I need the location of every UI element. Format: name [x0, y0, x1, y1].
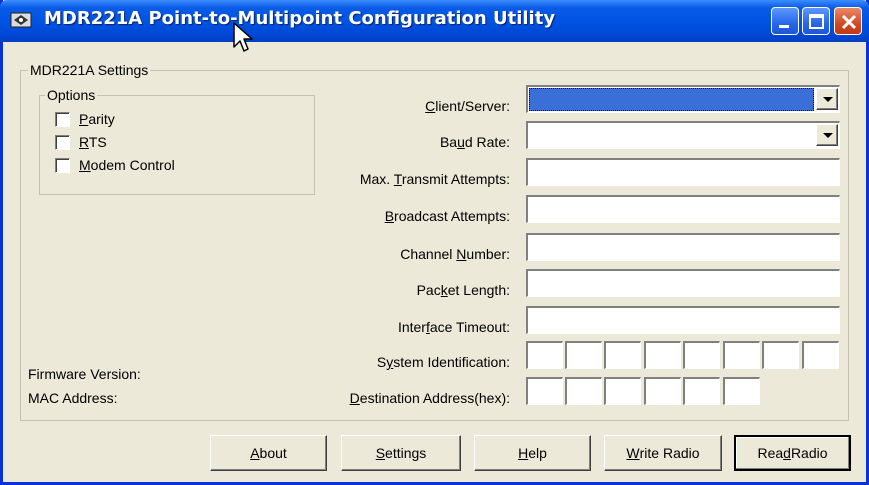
system-id-segment[interactable]	[526, 341, 563, 369]
minimize-button[interactable]	[771, 7, 799, 35]
minimize-icon	[779, 25, 789, 28]
network-app-icon	[10, 12, 32, 28]
close-button[interactable]	[834, 7, 862, 35]
destination-address-segment[interactable]	[683, 377, 720, 405]
channel-number-input[interactable]	[526, 233, 840, 261]
broadcast-attempts-label: Broadcast Attempts:	[384, 208, 510, 224]
checkbox-box[interactable]	[55, 157, 70, 173]
options-groupbox: Options Parity RTS Modem Control	[39, 87, 315, 195]
dropdown-button[interactable]	[816, 88, 838, 110]
broadcast-attempts-input[interactable]	[526, 195, 840, 223]
system-id-segment[interactable]	[604, 341, 641, 369]
maximize-icon	[809, 14, 824, 29]
rts-label: RTS	[79, 134, 107, 150]
dropdown-button[interactable]	[816, 124, 838, 146]
system-id-segment[interactable]	[644, 341, 681, 369]
mac-address-label: MAC Address:	[28, 390, 118, 406]
chevron-down-icon	[823, 133, 833, 138]
system-id-segment[interactable]	[762, 341, 799, 369]
modem-control-label: Modem Control	[79, 157, 175, 173]
selected-value	[529, 88, 814, 111]
packet-length-label: Packet Length:	[416, 282, 510, 298]
system-identification-label: System Identification:	[376, 354, 510, 370]
channel-number-label: Channel Number:	[400, 246, 510, 262]
help-button[interactable]: Help	[474, 435, 591, 471]
maximize-button[interactable]	[802, 7, 830, 35]
parity-label: Parity	[79, 111, 115, 127]
destination-address-segment[interactable]	[565, 377, 602, 405]
client-server-combobox[interactable]	[526, 85, 840, 113]
options-group-label: Options	[45, 87, 98, 103]
packet-length-input[interactable]	[526, 269, 840, 297]
system-id-segment[interactable]	[565, 341, 602, 369]
settings-group-label: MDR221A Settings	[28, 62, 151, 78]
modem-control-checkbox[interactable]: Modem Control	[55, 156, 175, 174]
interface-timeout-label: Interface Timeout:	[397, 319, 510, 335]
rts-checkbox[interactable]: RTS	[55, 133, 107, 151]
max-transmit-attempts-label: Max. Transmit Attempts:	[359, 171, 510, 187]
destination-address-segment[interactable]	[723, 377, 760, 405]
read-radio-button[interactable]: Rea d Radio	[734, 435, 851, 471]
about-button[interactable]: About	[210, 435, 327, 471]
system-id-segment[interactable]	[723, 341, 760, 369]
close-icon	[841, 14, 857, 30]
system-id-segment[interactable]	[683, 341, 720, 369]
destination-address-label: Destination Address(hex):	[349, 390, 510, 406]
settings-button[interactable]: Settings	[341, 435, 461, 471]
main-window: MDR221A Point-to-Multipoint Configuratio…	[0, 0, 869, 485]
firmware-version-label: Firmware Version:	[28, 366, 141, 382]
destination-address-segment[interactable]	[644, 377, 681, 405]
client-server-label: Client/Server:	[425, 98, 510, 114]
baud-rate-combobox[interactable]	[526, 121, 840, 149]
parity-checkbox[interactable]: Parity	[55, 110, 115, 128]
destination-address-segment[interactable]	[526, 377, 563, 405]
baud-rate-label: Baud Rate:	[439, 134, 510, 150]
checkbox-box[interactable]	[55, 111, 70, 127]
write-radio-button[interactable]: Write Radio	[604, 435, 722, 471]
destination-address-segment[interactable]	[604, 377, 641, 405]
chevron-down-icon	[823, 97, 833, 102]
interface-timeout-input[interactable]	[526, 306, 840, 334]
checkbox-box[interactable]	[55, 134, 70, 150]
window-title: MDR221A Point-to-Multipoint Configuratio…	[44, 8, 556, 29]
mouse-cursor-icon	[233, 22, 253, 52]
title-bar[interactable]: MDR221A Point-to-Multipoint Configuratio…	[0, 0, 869, 42]
max-transmit-attempts-input[interactable]	[526, 158, 840, 186]
system-id-segment[interactable]	[802, 341, 839, 369]
